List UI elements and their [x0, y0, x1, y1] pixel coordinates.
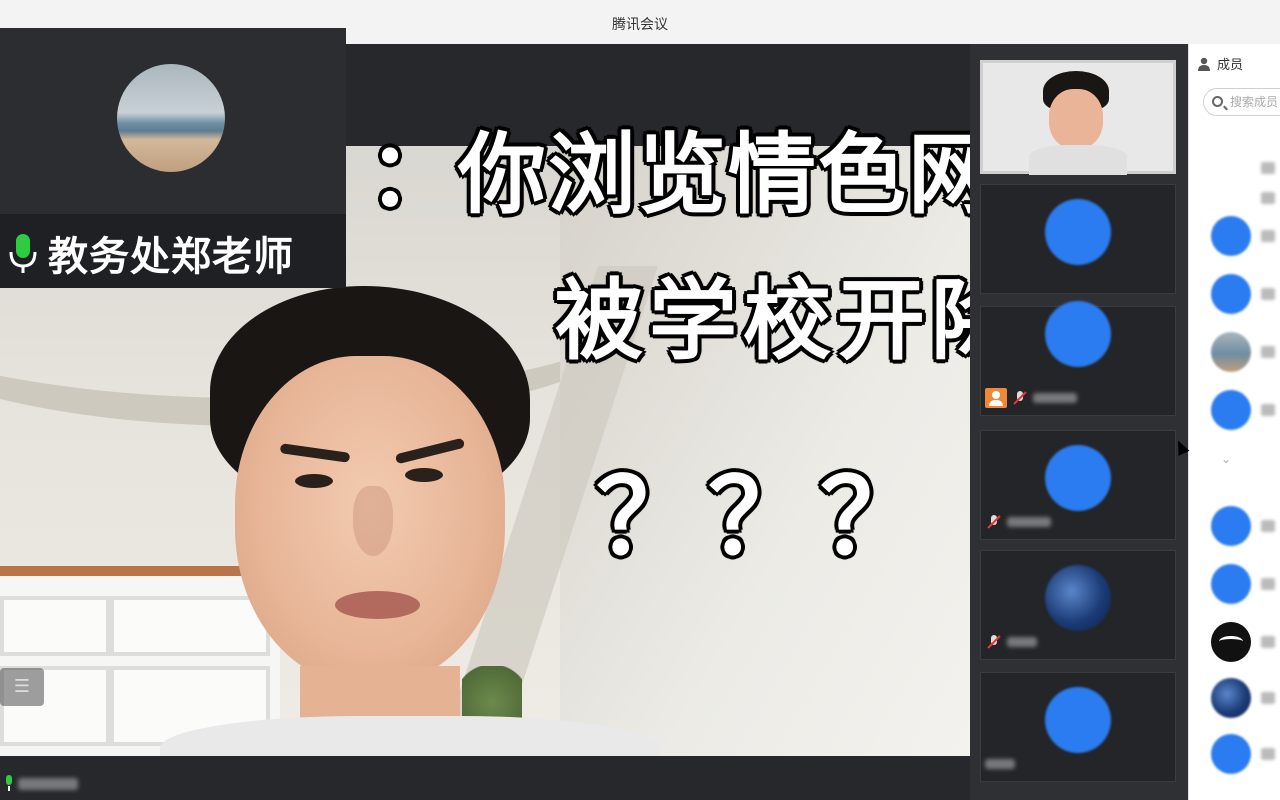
self-name-label	[4, 775, 84, 793]
chevron-down-icon[interactable]: ⌄	[1221, 452, 1231, 466]
participant-avatar	[1045, 565, 1111, 631]
members-header: 成员	[1197, 54, 1243, 73]
microphone-icon	[6, 775, 12, 791]
member-name	[1261, 520, 1275, 532]
video-thumb[interactable]	[980, 672, 1176, 782]
member-icon	[1198, 57, 1210, 71]
member-name	[1261, 692, 1275, 704]
member-name	[1261, 162, 1275, 174]
shirt	[160, 716, 660, 756]
participant-tag	[985, 631, 1037, 653]
members-panel: 成员 搜索成员 ⌄	[1188, 44, 1280, 800]
participant-avatar	[1045, 199, 1111, 265]
members-title: 成员	[1217, 58, 1244, 73]
thumb-face	[1023, 71, 1133, 175]
member-name	[1261, 346, 1275, 358]
member-name	[1261, 404, 1275, 416]
participant-tag	[985, 753, 1015, 775]
participant-tag	[985, 387, 1077, 409]
video-thumb-self[interactable]	[980, 60, 1176, 175]
member-name	[1261, 192, 1275, 204]
video-thumb[interactable]	[980, 301, 1176, 416]
speaker-name: 教务处郑老师	[48, 234, 294, 280]
member-avatar[interactable]	[1211, 734, 1251, 774]
member-avatar[interactable]	[1211, 678, 1251, 718]
video-thumb[interactable]	[980, 550, 1176, 660]
participant-avatar	[1045, 301, 1111, 367]
member-avatar[interactable]	[1211, 390, 1251, 430]
participant-avatar	[1045, 445, 1111, 511]
participant-tag	[985, 511, 1051, 533]
video-strip	[970, 44, 1188, 800]
list-icon[interactable]: ☰	[0, 668, 44, 706]
member-name	[1261, 578, 1275, 590]
muted-mic-icon	[987, 515, 1001, 529]
participant-video-person	[160, 286, 660, 756]
member-name	[1261, 636, 1275, 648]
speaker-avatar	[117, 64, 225, 172]
active-speaker-tile[interactable]: 教务处郑老师	[0, 28, 346, 288]
speaker-name-bar: 教务处郑老师	[0, 214, 346, 288]
video-thumb[interactable]	[980, 430, 1176, 540]
muted-mic-icon	[1013, 391, 1027, 405]
member-avatar[interactable]	[1211, 564, 1251, 604]
search-icon	[1212, 96, 1223, 107]
member-search-input[interactable]: 搜索成员	[1203, 88, 1280, 116]
video-thumb[interactable]	[980, 184, 1176, 294]
caption-line-3: ？？？	[596, 456, 933, 578]
member-avatar[interactable]	[1211, 216, 1251, 256]
muted-mic-icon	[987, 635, 1001, 649]
member-avatar[interactable]	[1211, 274, 1251, 314]
participant-avatar	[1045, 687, 1111, 753]
microphone-icon	[9, 234, 37, 273]
member-name	[1261, 230, 1275, 242]
member-avatar[interactable]	[1211, 332, 1251, 372]
member-name	[1261, 748, 1275, 760]
person-icon	[985, 388, 1007, 408]
member-search-placeholder: 搜索成员	[1230, 95, 1279, 109]
member-avatar[interactable]	[1211, 622, 1251, 662]
member-avatar[interactable]	[1211, 506, 1251, 546]
member-name	[1261, 288, 1275, 300]
face	[235, 356, 505, 686]
